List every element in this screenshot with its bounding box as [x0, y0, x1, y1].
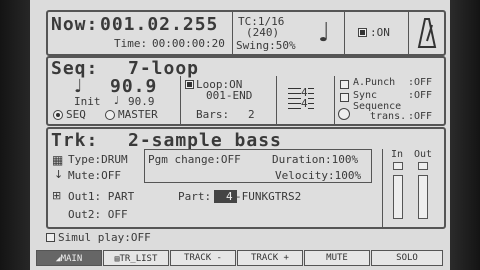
now-label: Now: — [51, 14, 99, 35]
tempo-note-icon: ♩ — [74, 76, 83, 97]
tab-tr-list[interactable]: ▤TR_LIST — [103, 250, 169, 266]
tc-sub: (240) — [246, 26, 280, 39]
metronome-icon[interactable] — [415, 17, 439, 49]
output-icon: ⊞ — [52, 189, 62, 202]
down-arrow-icon: ↓ — [54, 168, 64, 181]
part-name: -FUNKGTRS2 — [235, 190, 302, 203]
init-label: Init — [74, 95, 101, 108]
out-level-meter — [418, 175, 428, 219]
time-value: 00:00:00:20 — [152, 37, 225, 50]
in-level-meter — [393, 175, 403, 219]
divider — [276, 76, 277, 124]
tab-main[interactable]: ◢MAIN — [36, 250, 102, 266]
seqtrans-label-2: trans. — [370, 111, 407, 122]
loop-checkbox[interactable] — [185, 80, 194, 89]
type-value[interactable]: Type:DRUM — [68, 153, 128, 166]
init-note-icon: ♩ — [114, 94, 120, 107]
trk-panel: Trk: 2-sample bass ▦ Type:DRUM ↓ Mute:OF… — [46, 127, 446, 229]
apunch-value: :OFF — [408, 77, 433, 88]
in-peak-indicator — [393, 162, 403, 170]
sync-checkbox[interactable] — [340, 93, 349, 102]
init-tempo: 90.9 — [128, 95, 155, 108]
trk-label: Trk: — [51, 130, 99, 151]
lcd-screen: Now: 001.02.255 Time: 00:00:00:20 TC:1/1… — [30, 0, 450, 270]
part-number[interactable]: 4 — [214, 190, 237, 203]
out2-value[interactable]: Out2: OFF — [68, 208, 128, 221]
metronome-state: :ON — [370, 26, 390, 39]
out-peak-indicator — [418, 162, 428, 170]
divider — [344, 12, 345, 54]
trk-name[interactable]: 2-sample bass — [128, 130, 282, 151]
divider — [334, 76, 335, 124]
divider — [408, 12, 409, 54]
now-position[interactable]: 001.02.255 — [100, 14, 218, 35]
divider — [382, 149, 383, 227]
simul-play-value: Simul play:OFF — [58, 231, 151, 244]
divider — [232, 12, 233, 54]
seqtrans-toggle[interactable] — [338, 108, 350, 120]
apunch-checkbox[interactable] — [340, 80, 349, 89]
tab-track-minus[interactable]: TRACK - — [170, 250, 236, 266]
time-signature[interactable]: 4 4 — [288, 86, 314, 110]
mute-value[interactable]: Mute:OFF — [68, 169, 121, 182]
simul-play-checkbox[interactable] — [46, 233, 55, 242]
now-panel: Now: 001.02.255 Time: 00:00:00:20 TC:1/1… — [46, 10, 446, 56]
device-bezel: Now: 001.02.255 Time: 00:00:00:20 TC:1/1… — [0, 0, 480, 270]
seq-radio-label: SEQ — [66, 108, 86, 121]
time-label: Time: — [114, 37, 148, 50]
sync-label: Sync — [353, 90, 378, 101]
swing-value[interactable]: Swing:50% — [236, 39, 296, 52]
out1-value[interactable]: Out1: PART — [68, 190, 134, 203]
seqtrans-value: :OFF — [408, 111, 433, 122]
in-label: In — [391, 149, 404, 160]
apunch-label: A.Punch — [353, 77, 396, 88]
timesig-bottom: 4 — [301, 97, 308, 110]
part-label: Part: — [178, 190, 212, 203]
divider — [180, 76, 181, 124]
pgm-change-value[interactable]: Pgm change:OFF — [148, 153, 241, 166]
duration-value[interactable]: Duration:100% — [272, 153, 358, 166]
bars-label: Bars: — [196, 108, 230, 121]
seq-radio[interactable] — [53, 110, 63, 120]
loop-range[interactable]: 001-END — [206, 89, 252, 102]
metronome-checkbox[interactable] — [358, 28, 367, 37]
bars-value[interactable]: 2 — [248, 108, 255, 121]
sync-value: :OFF — [408, 90, 433, 101]
note-icon: ♩ — [318, 18, 331, 48]
velocity-value[interactable]: Velocity:100% — [275, 169, 361, 182]
master-radio-label: MASTER — [118, 108, 158, 121]
tab-track-plus[interactable]: TRACK + — [237, 250, 303, 266]
grid-icon: ▦ — [52, 153, 64, 167]
seq-panel: Seq: 7-loop ♩ 90.9 Init ♩ 90.9 SEQ MASTE… — [46, 56, 446, 126]
out-label: Out — [414, 149, 433, 160]
master-radio[interactable] — [105, 110, 115, 120]
tab-mute[interactable]: MUTE — [304, 250, 370, 266]
tab-solo[interactable]: SOLO — [371, 250, 443, 266]
